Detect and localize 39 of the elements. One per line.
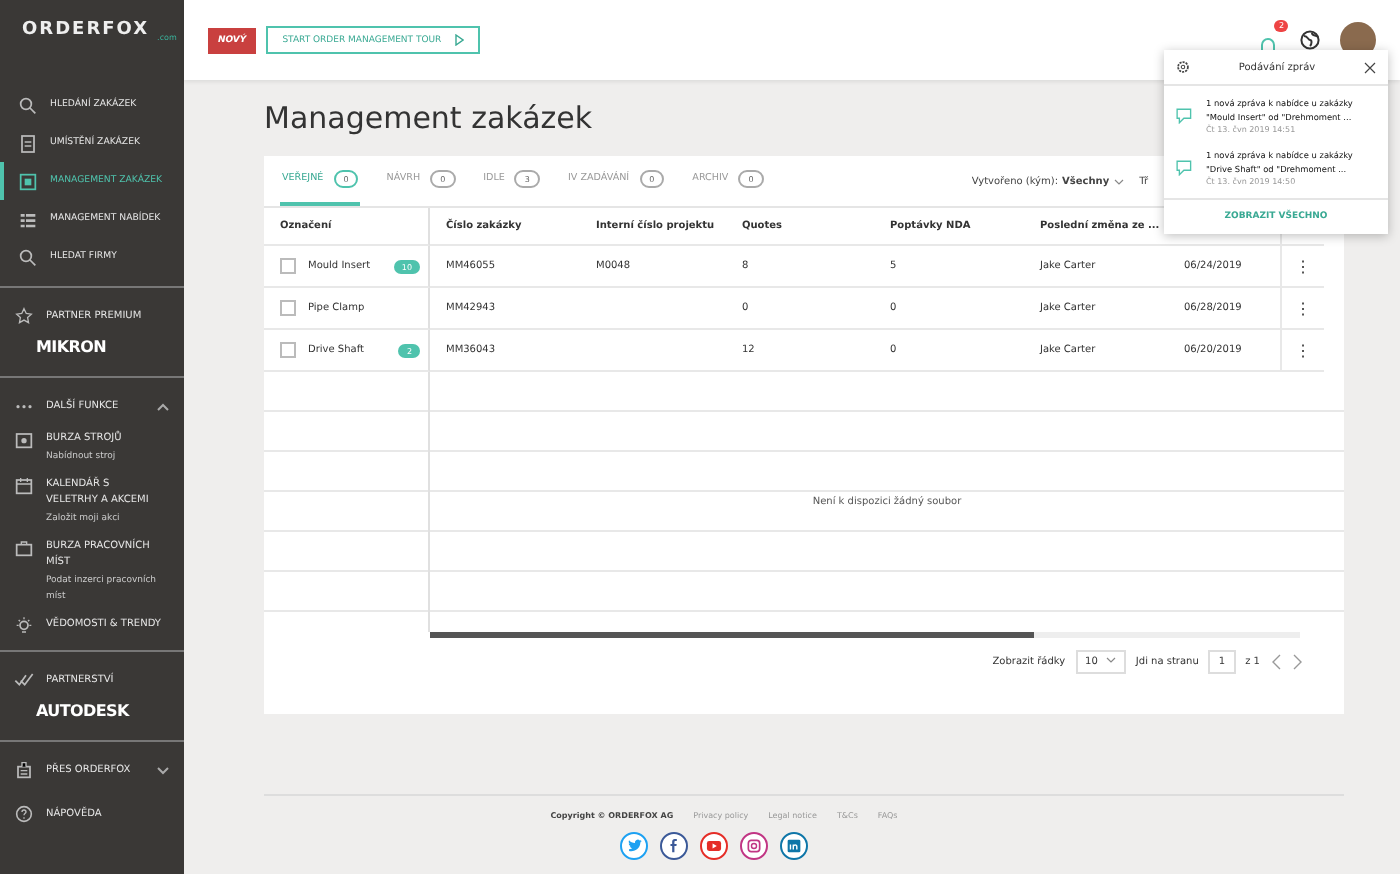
partner-logo[interactable]: AUTODESK — [0, 698, 184, 730]
help-icon — [14, 804, 34, 824]
scrollbar[interactable] — [430, 632, 1034, 638]
linkedin-icon[interactable] — [780, 832, 808, 860]
chevron-down-icon — [1113, 177, 1124, 185]
facebook-icon[interactable] — [660, 832, 688, 860]
star-icon — [14, 306, 34, 326]
previous-icon[interactable] — [1270, 654, 1282, 670]
play-icon — [453, 34, 464, 46]
building-icon — [14, 760, 34, 780]
page-title: Management zakázek — [264, 100, 593, 136]
instagram-icon[interactable] — [740, 832, 768, 860]
search-icon — [18, 95, 38, 115]
list-icon — [18, 209, 38, 229]
search-icon — [18, 247, 38, 267]
row-checkbox[interactable] — [280, 258, 296, 274]
twitter-icon[interactable] — [620, 832, 648, 860]
bulb-icon — [14, 616, 34, 636]
board-icon — [18, 171, 38, 191]
row-checkbox[interactable] — [280, 300, 296, 316]
youtube-icon[interactable] — [700, 832, 728, 860]
settings-icon[interactable] — [1176, 60, 1190, 74]
double-check-icon — [14, 670, 34, 690]
logo-text: ORDERFOX — [22, 19, 150, 39]
more-menu[interactable]: ⋮ — [1295, 299, 1311, 317]
close-icon[interactable] — [1364, 61, 1376, 73]
document-icon — [18, 133, 38, 153]
chat-icon — [1176, 159, 1194, 175]
more-menu[interactable]: ⋮ — [1295, 341, 1311, 359]
briefcase-icon — [14, 538, 34, 558]
calendar-icon — [14, 476, 34, 496]
next-icon[interactable] — [1292, 654, 1304, 670]
partner-logo[interactable]: MIKRON — [0, 334, 184, 366]
chat-icon — [1176, 107, 1194, 123]
globe-icon[interactable] — [1300, 30, 1320, 50]
row-checkbox[interactable] — [280, 342, 296, 358]
machine-icon — [14, 430, 34, 450]
more-menu[interactable]: ⋮ — [1295, 257, 1311, 275]
chevron-down-icon — [1105, 656, 1116, 664]
